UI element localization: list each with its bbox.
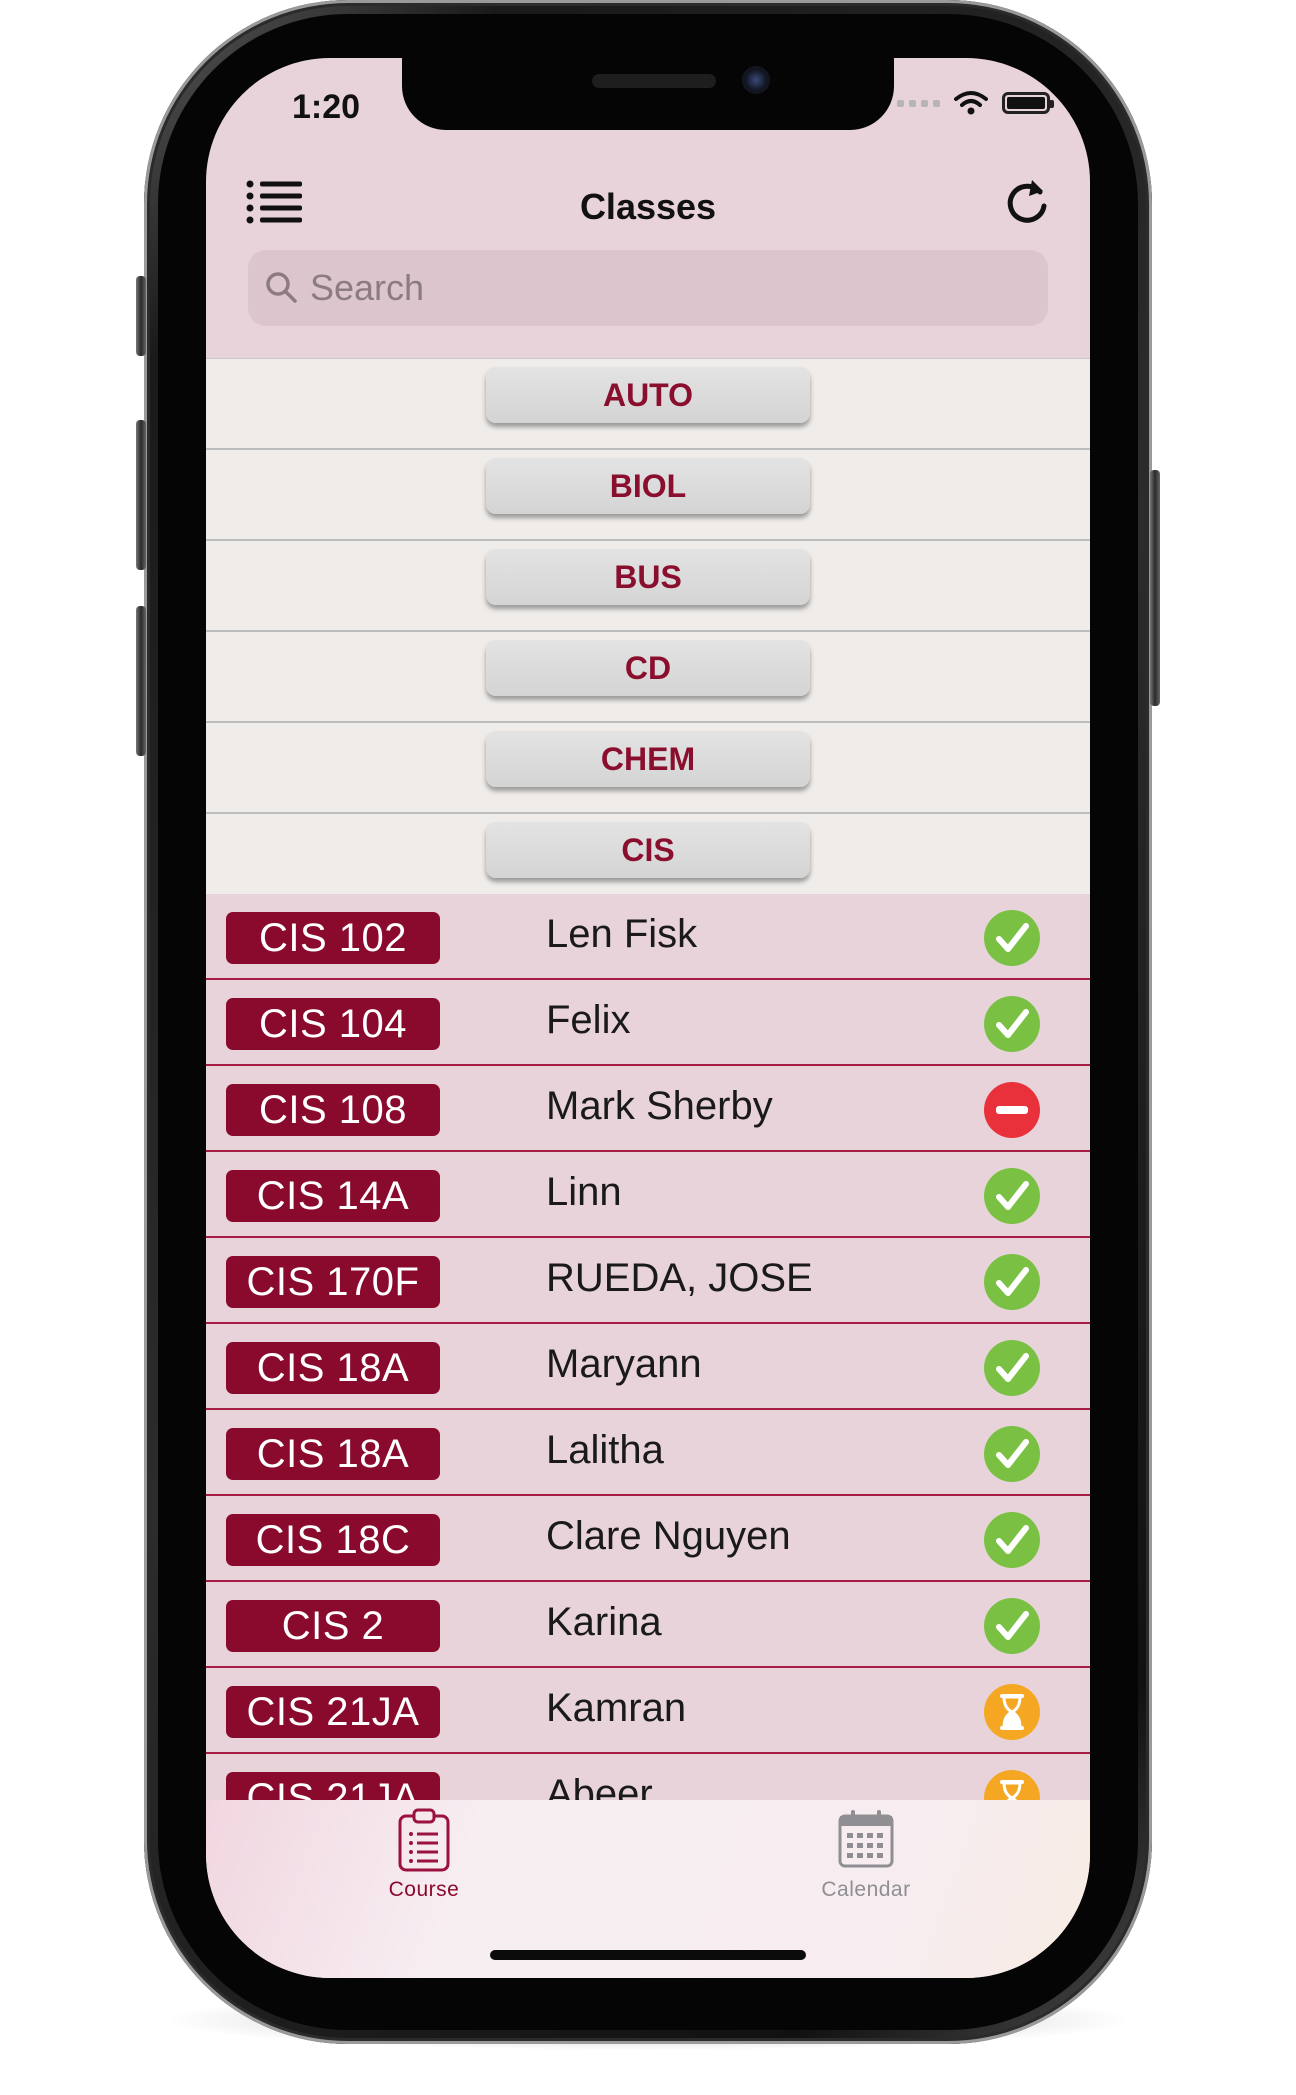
instructor-name: Len Fisk bbox=[546, 912, 698, 956]
check-circle-icon bbox=[984, 1340, 1040, 1396]
tab-course[interactable]: Course bbox=[324, 1806, 524, 1916]
search-icon bbox=[266, 272, 297, 303]
check-circle-icon bbox=[984, 1254, 1040, 1310]
instructor-name: Lalitha bbox=[546, 1428, 664, 1472]
tab-course-label: Course bbox=[388, 1878, 460, 1901]
tab-calendar[interactable]: Calendar bbox=[766, 1806, 966, 1916]
volume-down-button bbox=[136, 606, 146, 756]
check-circle-icon bbox=[984, 996, 1040, 1052]
check-circle-icon bbox=[984, 1512, 1040, 1568]
instructor-name: Felix bbox=[546, 998, 631, 1042]
instructor-name: Kamran bbox=[546, 1686, 687, 1730]
class-row[interactable]: CIS 102 Len Fisk bbox=[206, 894, 1090, 980]
class-list: CIS 102 Len Fisk CIS 104 Felix CIS 108 Mark S… bbox=[206, 894, 1090, 1840]
course-code-badge: CIS 104 bbox=[226, 998, 440, 1050]
department-row: CHEM bbox=[206, 723, 1090, 814]
instructor-name: Maryann bbox=[546, 1342, 702, 1386]
front-camera bbox=[742, 66, 770, 94]
course-code-badge: CIS 18A bbox=[226, 1428, 440, 1480]
course-code-badge: CIS 108 bbox=[226, 1084, 440, 1136]
notch bbox=[402, 58, 894, 130]
earpiece-speaker bbox=[592, 74, 716, 88]
department-row: AUTO bbox=[206, 358, 1090, 450]
search-input[interactable] bbox=[310, 250, 1030, 326]
minus-circle-icon bbox=[984, 1082, 1040, 1138]
department-button[interactable]: CIS bbox=[486, 822, 810, 878]
check-circle-icon bbox=[984, 910, 1040, 966]
volume-up-button bbox=[136, 420, 146, 570]
class-row[interactable]: CIS 18C Clare Nguyen bbox=[206, 1496, 1090, 1582]
status-time: 1:20 bbox=[292, 88, 361, 126]
check-circle-icon bbox=[984, 1598, 1040, 1654]
instructor-name: Linn bbox=[546, 1170, 622, 1214]
instructor-name: Clare Nguyen bbox=[546, 1514, 791, 1558]
class-row[interactable]: CIS 2 Karina bbox=[206, 1582, 1090, 1668]
class-row[interactable]: CIS 14A Linn bbox=[206, 1152, 1090, 1238]
instructor-name: RUEDA, JOSE bbox=[546, 1256, 813, 1300]
status-indicators bbox=[897, 90, 1054, 116]
power-button bbox=[1150, 470, 1160, 706]
class-row[interactable]: CIS 18A Lalitha bbox=[206, 1410, 1090, 1496]
class-row[interactable]: CIS 18A Maryann bbox=[206, 1324, 1090, 1410]
department-row: CIS bbox=[206, 814, 1090, 905]
app-screen: 1:20 Classes AUTOBIOLBUSCDCHE bbox=[206, 58, 1090, 1978]
tab-bar: Course Calendar bbox=[206, 1800, 1090, 1978]
department-button[interactable]: BIOL bbox=[486, 458, 810, 514]
class-row[interactable]: CIS 108 Mark Sherby bbox=[206, 1066, 1090, 1152]
department-row: BIOL bbox=[206, 450, 1090, 541]
department-row: CD bbox=[206, 632, 1090, 723]
tab-calendar-label: Calendar bbox=[821, 1878, 911, 1901]
class-row[interactable]: CIS 104 Felix bbox=[206, 980, 1090, 1066]
instructor-name: Mark Sherby bbox=[546, 1084, 773, 1128]
department-list: AUTO BIOL BUS CD CHEM CIS bbox=[206, 358, 1090, 905]
department-button[interactable]: AUTO bbox=[486, 367, 810, 423]
course-code-badge: CIS 14A bbox=[226, 1170, 440, 1222]
course-code-badge: CIS 2 bbox=[226, 1600, 440, 1652]
course-code-badge: CIS 102 bbox=[226, 912, 440, 964]
department-button[interactable]: BUS bbox=[486, 549, 810, 605]
wifi-icon bbox=[954, 91, 988, 115]
check-circle-icon bbox=[984, 1426, 1040, 1482]
course-code-badge: CIS 18C bbox=[226, 1514, 440, 1566]
cellular-signal-icon bbox=[897, 99, 940, 107]
class-row[interactable]: CIS 21JA Kamran bbox=[206, 1668, 1090, 1754]
refresh-icon[interactable] bbox=[1002, 176, 1052, 228]
department-button[interactable]: CD bbox=[486, 640, 810, 696]
check-circle-icon bbox=[984, 1168, 1040, 1224]
hourglass-icon bbox=[984, 1684, 1040, 1740]
mute-switch bbox=[136, 276, 146, 356]
class-row[interactable]: CIS 170F RUEDA, JOSE bbox=[206, 1238, 1090, 1324]
search-bar[interactable] bbox=[248, 250, 1048, 326]
course-code-badge: CIS 170F bbox=[226, 1256, 440, 1308]
department-button[interactable]: CHEM bbox=[486, 731, 810, 787]
battery-icon bbox=[1002, 92, 1054, 114]
home-indicator bbox=[490, 1950, 806, 1960]
instructor-name: Karina bbox=[546, 1600, 662, 1644]
department-row: BUS bbox=[206, 541, 1090, 632]
course-code-badge: CIS 21JA bbox=[226, 1686, 440, 1738]
calendar-icon bbox=[838, 1810, 894, 1868]
page-title: Classes bbox=[579, 186, 717, 227]
clipboard-icon bbox=[398, 1808, 450, 1872]
course-code-badge: CIS 18A bbox=[226, 1342, 440, 1394]
